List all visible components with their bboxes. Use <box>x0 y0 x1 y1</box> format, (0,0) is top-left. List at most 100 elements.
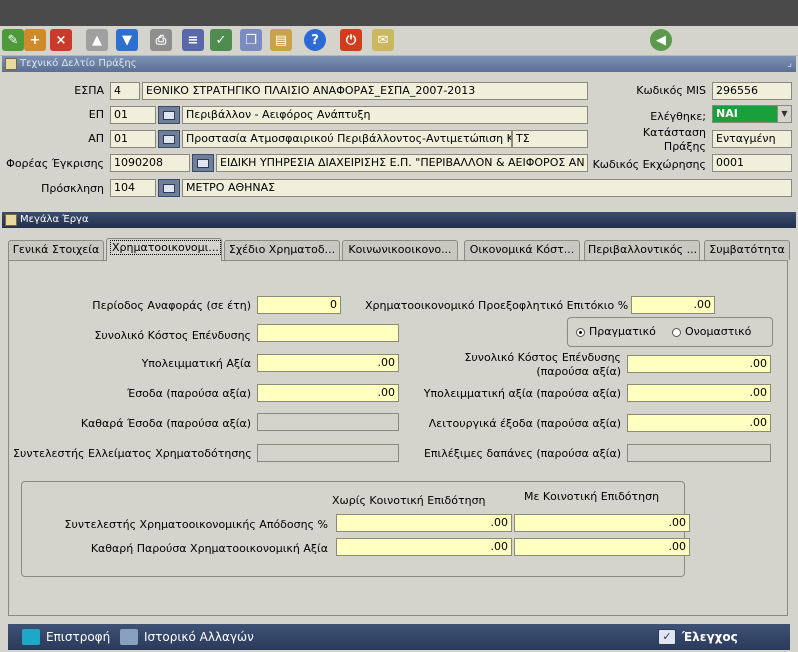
radio-nominal[interactable]: Ονομαστικό <box>672 325 751 339</box>
fnpv-with-field[interactable]: .00 <box>514 538 690 556</box>
arrow-left-icon[interactable]: ◀ <box>650 29 672 51</box>
checked-label: Ελέγθηκε; <box>650 110 706 123</box>
status-label-2: Πράξης <box>663 140 706 153</box>
total-investment-field[interactable] <box>257 324 399 342</box>
espa-code-field[interactable]: 4 <box>110 82 140 100</box>
net-revenues-label: Καθαρά Έσοδα (παρούσα αξία) <box>80 417 251 430</box>
back-button[interactable]: Επιστροφή <box>22 628 110 646</box>
ep-code-field[interactable]: 01 <box>110 106 156 124</box>
fnpv-without-field[interactable]: .00 <box>336 538 512 556</box>
foreas-name-field[interactable]: ΕΙΔΙΚΗ ΥΠΗΡΕΣΙΑ ΔΙΑΧΕΙΡΙΣΗΣ Ε.Π. "ΠΕΡΙΒΑ… <box>216 154 588 172</box>
radio-real[interactable]: Πραγματικό <box>576 325 656 339</box>
prosklisi-code-field[interactable]: 104 <box>110 179 156 197</box>
assignment-code-label: Κωδικός Εκχώρησης <box>592 158 706 171</box>
status-label-1: Κατάσταση <box>642 126 706 139</box>
header-panel-title: Τεχνικό Δελτίο Πράξης ⌟ <box>2 56 796 72</box>
col-with-subsidy-header: Με Κοινοτική Επιδότηση <box>524 490 660 503</box>
tab-compatibility[interactable]: Συμβατότητα <box>704 240 790 260</box>
fnpv-label: Καθαρή Παρούσα Χρηματοοικονομική Αξία <box>90 542 328 555</box>
form-window-icon <box>5 58 17 70</box>
arrow-down-icon[interactable]: ▼ <box>116 29 138 51</box>
assignment-code-field[interactable]: 0001 <box>712 154 792 172</box>
history-icon <box>120 629 138 645</box>
form-window-icon <box>5 214 17 226</box>
mis-field[interactable]: 296556 <box>712 82 792 100</box>
total-cost-pv-field[interactable]: .00 <box>627 355 771 373</box>
eligible-costs-field[interactable] <box>627 444 771 462</box>
espa-label: ΕΣΠΑ <box>74 84 104 97</box>
espa-name-field[interactable]: ΕΘΝΙΚΟ ΣΤΡΑΤΗΓΙΚΟ ΠΛΑΙΣΙΟ ΑΝΑΦΟΡΑΣ_ΕΣΠΑ_… <box>142 82 588 100</box>
back-arrow-icon <box>22 629 40 645</box>
main-panel: Γενικά Στοιχεία Χρηματοοικονομι... Σχέδι… <box>2 228 796 622</box>
operating-costs-field[interactable]: .00 <box>627 414 771 432</box>
performance-grid-group: Χωρίς Κοινοτική Επιδότηση Με Κοινοτική Ε… <box>21 481 690 577</box>
checked-select[interactable]: ΝΑΙ ▼ <box>712 105 792 123</box>
copy-icon[interactable]: ❐ <box>240 29 262 51</box>
revenues-label: Έσοδα (παρούσα αξία) <box>127 387 251 400</box>
financial-tab-panel: Περίοδος Αναφοράς (σε έτη) 0 Συνολικό Κό… <box>8 260 788 616</box>
ep-name-field[interactable]: Περιβάλλον - Αειφόρος Ανάπτυξη <box>182 106 588 124</box>
ap-name-field[interactable]: Προστασία Ατμοσφαιρικού Περιβάλλοντος-Αν… <box>182 130 512 148</box>
prosklisi-label: Πρόσκληση <box>41 182 104 195</box>
ap-fund-field[interactable]: ΤΣ <box>512 130 588 148</box>
chevron-down-icon[interactable]: ▼ <box>777 106 791 122</box>
radio-unselected-icon <box>672 327 681 337</box>
col-without-subsidy-header: Χωρίς Κοινοτική Επιδότηση <box>332 494 486 507</box>
total-cost-pv-label-1: Συνολικό Κόστος Επένδυσης <box>464 351 621 364</box>
toolbar: ✎ + × ▲ ▼ ⎙ ≡ ✓ ❐ ▤ ? ⏻ ✉ ◀ <box>0 26 798 56</box>
ap-code-field[interactable]: 01 <box>110 130 156 148</box>
check-button[interactable]: ✓ Έλεγχος <box>658 628 738 646</box>
residual-pv-label: Υπολειμματική αξία (παρούσα αξία) <box>423 387 621 400</box>
tab-economic-costs[interactable]: Οικονομικά Κόστ... <box>464 240 580 260</box>
tab-socioeconomic[interactable]: Κοινωνικοοικονο... <box>342 240 458 260</box>
reference-period-label: Περίοδος Αναφοράς (σε έτη) <box>92 299 251 312</box>
tab-environmental[interactable]: Περιβαλλοντικός ... <box>584 240 700 260</box>
document-icon[interactable]: ≡ <box>182 29 204 51</box>
radio-selected-icon <box>576 327 585 337</box>
prosklisi-lookup-icon[interactable] <box>158 179 180 197</box>
funding-gap-field[interactable] <box>257 444 399 462</box>
total-investment-label: Συνολικό Κόστος Επένδυσης <box>94 329 251 342</box>
reference-period-field[interactable]: 0 <box>257 296 341 314</box>
foreas-code-field[interactable]: 1090208 <box>110 154 190 172</box>
edit-icon[interactable]: ✎ <box>2 29 24 51</box>
attachment-icon[interactable]: ✉ <box>372 29 394 51</box>
notes-icon[interactable]: ✓ <box>210 29 232 51</box>
ep-label: ΕΠ <box>88 108 104 121</box>
price-type-radio-group: Πραγματικό Ονομαστικό <box>567 317 773 347</box>
tab-funding-plan[interactable]: Σχέδιο Χρηματοδ... <box>224 240 340 260</box>
frr-with-field[interactable]: .00 <box>514 514 690 532</box>
history-button[interactable]: Ιστορικό Αλλαγών <box>120 628 254 646</box>
funding-gap-label: Συντελεστής Ελλείματος Χρηματοδότησης <box>13 447 252 460</box>
tab-general[interactable]: Γενικά Στοιχεία <box>8 240 104 260</box>
ep-lookup-icon[interactable] <box>158 106 180 124</box>
tab-bar: Γενικά Στοιχεία Χρηματοοικονομι... Σχέδι… <box>8 238 798 261</box>
help-icon[interactable]: ? <box>304 29 326 51</box>
print-icon[interactable]: ⎙ <box>150 29 172 51</box>
delete-record-icon[interactable]: × <box>50 29 72 51</box>
bottom-action-bar: Επιστροφή Ιστορικό Αλλαγών ✓ Έλεγχος <box>8 624 790 650</box>
prosklisi-name-field[interactable]: ΜΕΤΡΟ ΑΘΗΝΑΣ <box>182 179 792 197</box>
foreas-lookup-icon[interactable] <box>192 154 214 172</box>
add-record-icon[interactable]: + <box>24 29 46 51</box>
eligible-costs-label: Επιλέξιμες δαπάνες (παρούσα αξία) <box>423 447 621 460</box>
paste-icon[interactable]: ▤ <box>270 29 292 51</box>
residual-value-field[interactable]: .00 <box>257 354 399 372</box>
arrow-up-icon[interactable]: ▲ <box>86 29 108 51</box>
discount-rate-field[interactable]: .00 <box>631 296 715 314</box>
exit-icon[interactable]: ⏻ <box>340 29 362 51</box>
checkbox-check-icon: ✓ <box>658 629 676 645</box>
status-field[interactable]: Ενταγμένη <box>712 130 792 148</box>
residual-value-label: Υπολειμματική Αξία <box>141 357 251 370</box>
minimize-icon[interactable]: ⌟ <box>787 56 792 72</box>
ap-lookup-icon[interactable] <box>158 130 180 148</box>
total-cost-pv-label-2: (παρούσα αξία) <box>536 365 621 378</box>
frr-label: Συντελεστής Χρηματοοικονομικής Απόδοσης … <box>64 518 328 531</box>
frr-without-field[interactable]: .00 <box>336 514 512 532</box>
residual-pv-field[interactable]: .00 <box>627 384 771 402</box>
tab-financial[interactable]: Χρηματοοικονομι... <box>106 238 222 261</box>
ap-label: ΑΠ <box>88 132 104 145</box>
net-revenues-field[interactable] <box>257 413 399 431</box>
discount-rate-label: Χρηματοοικονομικό Προεξοφλητικό Επιτόκιο… <box>365 299 629 312</box>
revenues-field[interactable]: .00 <box>257 384 399 402</box>
